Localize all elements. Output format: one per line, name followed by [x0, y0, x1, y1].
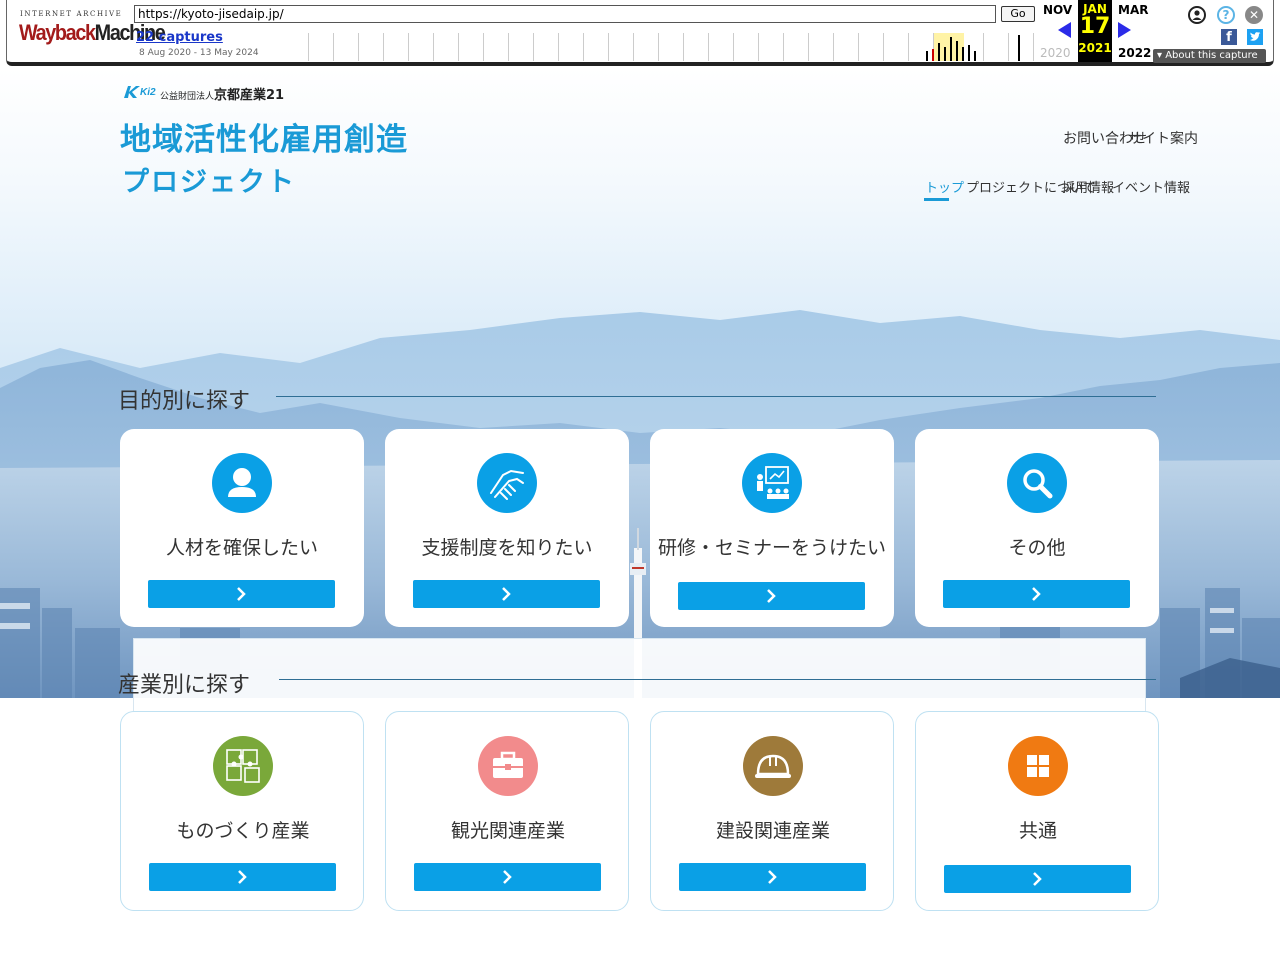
wayback-cur-year: 2021: [1078, 41, 1112, 55]
chevron-right-icon: [768, 870, 777, 884]
suitcase-icon: [478, 736, 538, 796]
chevron-right-icon: [503, 870, 512, 884]
site-title-line2[interactable]: プロジェクト: [122, 160, 296, 199]
wayback-logo-top: INTERNET ARCHIVE: [20, 10, 123, 18]
caret-down-icon: ▾: [1157, 50, 1166, 61]
industry-card-label: ものづくり産業: [176, 820, 310, 842]
industry-card-construction[interactable]: 建設関連産業: [650, 711, 894, 911]
chevron-right-icon: [1033, 872, 1042, 886]
close-icon[interactable]: ✕: [1245, 6, 1263, 24]
site-title-line1[interactable]: 地域活性化雇用創造: [120, 114, 408, 159]
org-prefix: 公益財団法人: [160, 92, 215, 102]
help-icon[interactable]: ?: [1217, 6, 1235, 24]
purpose-card-personnel[interactable]: 人材を確保したい: [120, 429, 364, 627]
about-capture-label: About this capture: [1165, 50, 1258, 61]
org-logo-text[interactable]: 公益財団法人京都産業21: [160, 84, 284, 103]
purpose-card-other[interactable]: その他: [915, 429, 1159, 627]
nav-active-indicator: [924, 198, 949, 201]
about-capture-button[interactable]: ▾ About this capture: [1153, 49, 1266, 63]
wayback-url-input[interactable]: https://kyoto-jisedaip.jp/: [134, 5, 996, 23]
purpose-card-label: 研修・セミナーをうけたい: [657, 537, 886, 559]
industry-card-common[interactable]: 共通: [915, 711, 1159, 911]
industry-card-button[interactable]: [414, 863, 601, 891]
facebook-icon[interactable]: f: [1221, 29, 1237, 45]
user-icon[interactable]: [1188, 6, 1206, 24]
wayback-sparkline[interactable]: [308, 33, 1042, 61]
wayback-cur-day: 17: [1079, 14, 1111, 39]
purpose-heading-rule: [276, 396, 1156, 397]
purpose-card-button[interactable]: [678, 582, 865, 610]
handshake-icon: [477, 453, 537, 513]
nav-recruit[interactable]: 採用情報: [1062, 177, 1114, 196]
wayback-prev-month[interactable]: NOV: [1043, 3, 1072, 17]
industry-card-button[interactable]: [149, 863, 336, 891]
wayback-prev-arrow-icon[interactable]: [1058, 22, 1071, 38]
grid-icon: [1008, 736, 1068, 796]
wayback-next-year[interactable]: 2022: [1118, 46, 1151, 60]
wayback-next-month[interactable]: MAR: [1118, 3, 1148, 17]
purpose-heading: 目的別に探す: [118, 389, 251, 414]
industry-card-label: 建設関連産業: [715, 820, 830, 842]
industry-heading: 産業別に探す: [118, 673, 251, 698]
industry-card-button[interactable]: [679, 863, 866, 891]
twitter-icon[interactable]: [1247, 29, 1263, 45]
nav-top[interactable]: トップ: [925, 177, 964, 196]
seminar-icon: [742, 453, 802, 513]
util-link-sitemap[interactable]: サイト案内: [1128, 128, 1198, 148]
wayback-logo-a: Wayback: [19, 20, 96, 45]
person-icon: [212, 453, 272, 513]
purpose-card-support[interactable]: 支援制度を知りたい: [385, 429, 629, 627]
wayback-current-date: JAN 17 2021: [1078, 0, 1112, 62]
industry-card-tourism[interactable]: 観光関連産業: [385, 711, 629, 911]
purpose-card-button[interactable]: [943, 580, 1130, 608]
wayback-prev-year[interactable]: 2020: [1040, 46, 1071, 60]
chevron-right-icon: [1032, 587, 1041, 601]
content-panel: [133, 638, 1146, 718]
wayback-go-button[interactable]: Go: [1001, 6, 1035, 22]
purpose-card-button[interactable]: [148, 580, 335, 608]
chevron-right-icon: [238, 870, 247, 884]
puzzle-icon: [213, 736, 273, 796]
industry-card-label: 共通: [1018, 820, 1057, 842]
org-name: 京都産業21: [214, 88, 285, 103]
industry-card-manufacturing[interactable]: ものづくり産業: [120, 711, 364, 911]
wayback-logo[interactable]: INTERNET ARCHIVE WaybackMachine: [14, 6, 166, 50]
industry-card-button[interactable]: [944, 865, 1131, 893]
purpose-card-button[interactable]: [413, 580, 600, 608]
purpose-card-label: 人材を確保したい: [165, 537, 318, 559]
industry-card-label: 観光関連産業: [450, 820, 565, 842]
search-icon: [1007, 453, 1067, 513]
nav-events[interactable]: イベント情報: [1112, 177, 1190, 196]
purpose-card-label: 支援制度を知りたい: [421, 537, 593, 559]
wayback-captures-link[interactable]: 22 captures: [136, 30, 223, 45]
purpose-card-label: その他: [1008, 537, 1066, 559]
wayback-next-arrow-icon[interactable]: [1118, 22, 1131, 38]
logo-mark-text: Ki21: [140, 87, 156, 98]
wayback-date-range: 8 Aug 2020 - 13 May 2024: [139, 48, 259, 58]
chevron-right-icon: [767, 589, 776, 603]
purpose-card-seminar[interactable]: 研修・セミナーをうけたい: [650, 429, 894, 627]
industry-heading-rule: [279, 679, 1156, 680]
org-logo-mark[interactable]: Ki21: [122, 84, 162, 100]
chevron-right-icon: [502, 587, 511, 601]
helmet-icon: [743, 736, 803, 796]
wayback-toolbar: INTERNET ARCHIVE WaybackMachine https://…: [0, 0, 1280, 68]
chevron-right-icon: [237, 587, 246, 601]
